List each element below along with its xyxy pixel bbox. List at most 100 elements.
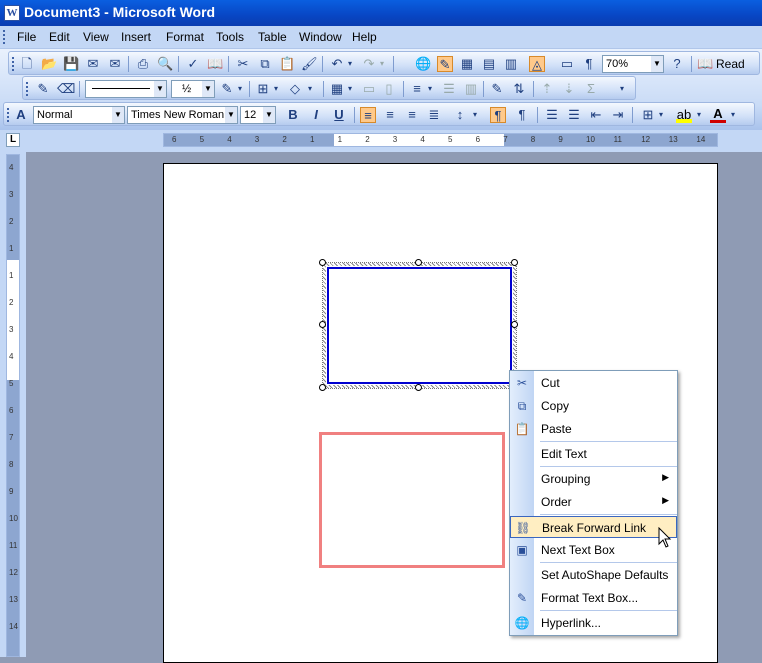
paste-icon[interactable]: 📋 [279, 56, 295, 72]
new-document-icon[interactable]: 🗋 [19, 56, 35, 72]
tab-selector[interactable]: L [6, 133, 20, 147]
split-cells-icon[interactable]: ▯ [381, 81, 397, 97]
text-box-selected[interactable] [322, 262, 517, 389]
menu-window[interactable]: Window [299, 30, 342, 44]
justify-icon[interactable]: ≣ [426, 107, 442, 123]
menu-item-grouping[interactable]: Grouping ▶ [510, 468, 677, 490]
decrease-indent-icon[interactable]: ⇤ [588, 107, 604, 123]
outside-border-icon[interactable]: ⊞ [255, 81, 271, 97]
rtl-icon[interactable]: ¶ [514, 107, 530, 123]
format-painter-icon[interactable]: 🖌 [301, 56, 318, 72]
underline-icon[interactable]: U [331, 107, 347, 123]
align-center-icon[interactable]: ≡ [382, 107, 398, 123]
shading-color-icon[interactable]: ◇ [287, 81, 303, 97]
print-preview-icon[interactable]: 🔍 [157, 56, 173, 72]
chevron-down-icon[interactable]: ▾ [425, 81, 435, 97]
open-icon[interactable]: 📂 [41, 56, 57, 72]
chevron-down-icon[interactable]: ▾ [345, 81, 355, 97]
help-icon[interactable]: ? [669, 56, 685, 72]
border-color-icon[interactable]: ✎ [219, 81, 235, 97]
permission-icon[interactable]: ✉ [85, 56, 101, 72]
menubar-grip[interactable] [3, 30, 6, 44]
vertical-ruler[interactable]: 4 3 2 1 1 2 3 4 5 6 7 8 9 10 11 12 13 14 [6, 154, 20, 657]
chevron-down-icon[interactable]: ▾ [235, 81, 245, 97]
redo-icon[interactable]: ↷ [361, 56, 377, 72]
chevron-down-icon[interactable]: ▼ [112, 107, 124, 123]
menu-format[interactable]: Format [166, 30, 204, 44]
outside-border-icon[interactable]: ⊞ [640, 107, 656, 123]
chevron-down-icon[interactable]: ▼ [225, 107, 237, 123]
chevron-down-icon[interactable]: ▾ [470, 107, 480, 123]
menu-item-copy[interactable]: ⧉ Copy [510, 395, 677, 417]
sort-ascending-icon[interactable]: ⇡ [539, 81, 555, 97]
resize-handle-top-left[interactable] [319, 259, 326, 266]
zoom-combo[interactable]: 70% ▼ [602, 55, 664, 73]
document-map-icon[interactable]: ▭ [559, 56, 575, 72]
menu-item-order[interactable]: Order ▶ [510, 491, 677, 513]
text-direction-icon[interactable]: ⇅ [511, 81, 527, 97]
research-icon[interactable]: 📖 [207, 56, 223, 72]
highlight-icon[interactable]: ab [676, 107, 692, 123]
show-hide-icon[interactable]: ¶ [581, 56, 597, 72]
resize-handle-left[interactable] [319, 321, 326, 328]
chevron-down-icon[interactable]: ▾ [728, 107, 738, 123]
resize-handle-right[interactable] [511, 321, 518, 328]
resize-handle-top-right[interactable] [511, 259, 518, 266]
menu-tools[interactable]: Tools [216, 30, 244, 44]
menu-view[interactable]: View [83, 30, 109, 44]
insert-table-icon[interactable]: ▦ [459, 56, 475, 72]
resize-handle-bottom[interactable] [415, 384, 422, 391]
chevron-down-icon[interactable]: ▾ [694, 107, 704, 123]
insert-table-icon[interactable]: ▦ [329, 81, 345, 97]
menu-table[interactable]: Table [258, 30, 287, 44]
menu-edit[interactable]: Edit [49, 30, 70, 44]
distribute-rows-icon[interactable]: ☰ [441, 81, 457, 97]
redo-dropdown-icon[interactable]: ▾ [377, 56, 387, 72]
save-icon[interactable]: 💾 [63, 56, 79, 72]
horizontal-ruler[interactable]: 6 5 4 3 2 1 1 2 3 4 5 6 7 8 9 10 11 12 13 14 [163, 133, 718, 147]
bullets-icon[interactable]: ☰ [566, 107, 582, 123]
copy-icon[interactable]: ⧉ [257, 56, 273, 72]
undo-dropdown-icon[interactable]: ▾ [345, 56, 355, 72]
read-button[interactable]: Read [716, 57, 745, 71]
cut-icon[interactable]: ✂ [235, 56, 251, 72]
toolbar-options-icon[interactable]: ▾ [617, 81, 627, 97]
line-style-combo[interactable]: ▼ [85, 80, 167, 98]
resize-handle-bottom-left[interactable] [319, 384, 326, 391]
menu-file[interactable]: File [17, 30, 36, 44]
align-icon[interactable]: ≡ [409, 81, 425, 97]
line-spacing-icon[interactable]: ↕ [452, 107, 468, 123]
font-size-combo[interactable]: 12 ▼ [240, 106, 276, 124]
ltr-icon[interactable]: ¶ [490, 107, 506, 123]
chevron-down-icon[interactable]: ▾ [656, 107, 666, 123]
insert-excel-icon[interactable]: ▤ [481, 56, 497, 72]
menu-insert[interactable]: Insert [121, 30, 151, 44]
menu-item-autoshape-defaults[interactable]: Set AutoShape Defaults [510, 564, 677, 586]
print-icon[interactable]: ⎙ [135, 56, 151, 72]
insert-hyperlink-icon[interactable]: 🌐 [415, 56, 431, 72]
chevron-down-icon[interactable]: ▼ [202, 81, 214, 97]
menu-item-format-text-box[interactable]: ✎ Format Text Box... [510, 587, 677, 609]
font-combo[interactable]: Times New Roman ▼ [127, 106, 238, 124]
menu-item-break-forward-link[interactable]: ⛓ Break Forward Link [510, 516, 677, 538]
line-weight-combo[interactable]: ½ ▼ [171, 80, 215, 98]
toolbar-grip[interactable] [26, 82, 29, 96]
drawing-icon[interactable]: ◬ [529, 56, 545, 72]
distribute-columns-icon[interactable]: ▥ [463, 81, 479, 97]
read-icon[interactable]: 📖 [697, 56, 713, 72]
styles-formatting-icon[interactable]: A [13, 107, 29, 123]
spelling-icon[interactable]: ✓ [185, 56, 201, 72]
text-box-linked[interactable] [319, 432, 505, 568]
word-app-icon[interactable]: W [4, 5, 20, 21]
menu-item-paste[interactable]: 📋 Paste [510, 418, 677, 440]
menu-help[interactable]: Help [352, 30, 377, 44]
tables-borders-icon[interactable]: ✎ [437, 56, 453, 72]
align-left-icon[interactable]: ≡ [360, 107, 376, 123]
italic-icon[interactable]: I [308, 107, 324, 123]
menu-item-cut[interactable]: ✂ Cut [510, 372, 677, 394]
increase-indent-icon[interactable]: ⇥ [610, 107, 626, 123]
columns-icon[interactable]: ▥ [503, 56, 519, 72]
toolbar-grip[interactable] [7, 108, 10, 122]
sort-descending-icon[interactable]: ⇣ [561, 81, 577, 97]
eraser-icon[interactable]: ⌫ [57, 81, 75, 97]
